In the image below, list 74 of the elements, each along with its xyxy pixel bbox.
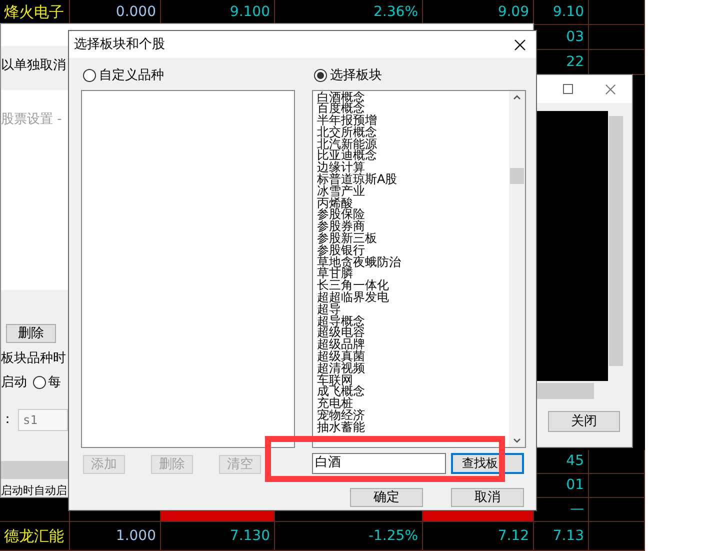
quote-cell-text: 7.12 [496,526,530,546]
sector-item[interactable]: 草甘膦 [317,268,353,280]
section-label: 板块品种时 [1,350,66,368]
sector-item[interactable]: 超清视频 [317,362,365,375]
sector-item[interactable]: 宠物经济 [317,410,365,422]
sector-item[interactable]: 成飞概念 [317,386,365,398]
sector-item[interactable]: 抽水蓄能 [317,422,365,434]
radio-button[interactable] [314,69,327,82]
sector-item[interactable]: 冰雪产业 [317,186,365,198]
quote-cell-text: 0.000 [114,2,157,22]
quote-cell-text: — [569,500,585,519]
field-label: ： [1,410,14,429]
sector-item[interactable]: 草地贪夜蛾防治 [317,256,401,268]
sector-item[interactable]: 超级电容 [317,327,365,340]
quote-cell-text: 01 [565,476,585,495]
quote-row[interactable]: 德龙汇能 1.000 7.130 -1.25% 7.12 7.13 [0,522,645,551]
scroll-thumb[interactable] [510,168,524,184]
sector-item[interactable]: 超超临界发电 [317,292,389,304]
search-button[interactable]: 查找板 [451,452,524,474]
maximize-icon[interactable] [563,84,573,94]
quote-cell-text: 03 [565,28,585,46]
radio-label: 每 [48,374,61,392]
sector-item[interactable]: 充电桩 [317,398,353,410]
panel-title: 股票设置 - [1,110,62,128]
scrollbar[interactable] [1,460,69,478]
sector-item[interactable]: 参股新三板 [317,233,377,245]
sector-item[interactable]: 半年报预增 [317,115,377,127]
delete-button[interactable]: 删除 [6,324,56,342]
quote-cell-text: 7.13 [552,526,585,546]
sector-item[interactable]: 标普道琼斯A股 [317,174,398,186]
sector-item[interactable]: 比亚迪概念 [317,150,377,162]
quote-cell-text: -1.25% [367,526,419,546]
sector-item[interactable]: 参股银行 [317,244,365,257]
checkbox-label: 启动时自动启 [1,482,67,498]
sector-item[interactable]: 超导 [317,304,341,316]
option-label: 以单独取消 [1,57,66,75]
sector-item[interactable]: 车联网 [317,374,353,386]
search-field[interactable]: 白酒 [312,452,446,474]
radio-label: 选择板块 [330,67,382,85]
start-label: 启动 [1,374,27,392]
radio-label: 自定义品种 [99,67,164,85]
close-button[interactable]: 关闭 [548,411,620,432]
quote-cell-text: 2.36% [372,2,419,22]
down-caret-icon[interactable] [513,438,521,442]
sector-item[interactable]: 北汽新能源 [317,138,377,150]
quote-cell-text: 德龙汇能 [3,526,65,547]
name-field[interactable]: s1 [18,408,68,430]
up-caret-icon[interactable] [513,94,521,100]
sector-item[interactable]: 参股券商 [317,221,365,234]
quote-cell-text: 9.100 [228,2,271,22]
vertical-scrollbar[interactable] [509,90,525,446]
sector-item[interactable]: 丙烯酸 [317,198,353,210]
sector-item[interactable]: 超级真菌 [317,351,365,363]
radio-button[interactable] [33,376,46,390]
sector-item[interactable]: 白酒概念 [317,92,365,104]
radio-button[interactable] [83,69,96,82]
sector-item[interactable]: 百度概念 [317,103,365,116]
close-icon[interactable] [514,38,526,50]
vertical-scrollbar[interactable] [609,116,623,366]
quote-cell-text: 1.000 [114,526,157,546]
sector-item[interactable]: 超级品牌 [317,339,365,352]
sector-item[interactable]: 参股保险 [317,209,365,222]
sector-item[interactable]: 长三角一体化 [317,280,389,292]
quote-cell-text: 9.09 [496,2,530,22]
quote-cell-text: 45 [565,452,585,471]
sector-item[interactable]: 北交所概念 [317,126,377,139]
quote-cell-text: 烽火电子 [3,2,65,23]
ok-button[interactable]: 确定 [350,488,423,506]
cancel-button[interactable]: 取消 [451,488,524,506]
quote-cell-text: 9.10 [552,2,585,22]
dialog-title: 选择板块和个股 [74,36,165,54]
quote-cell-text: 22 [565,52,585,72]
sector-item[interactable]: 超导概念 [317,316,365,328]
quote-cell-text: 7.130 [228,526,271,546]
